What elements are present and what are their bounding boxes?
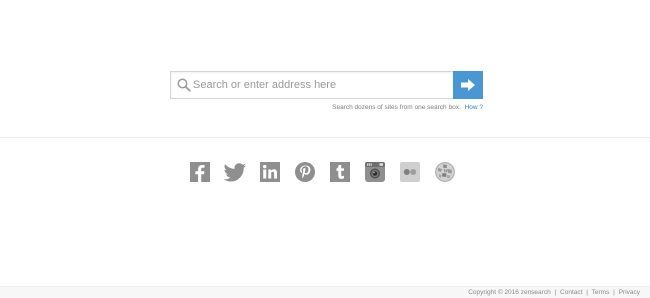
instagram-link[interactable] [363,160,387,184]
twitter-icon [223,163,246,182]
tumblr-icon [330,162,350,182]
linkedin-icon [260,162,280,182]
terms-link[interactable]: Terms [592,289,610,296]
contact-link[interactable]: Contact [560,289,582,296]
flickr-link[interactable] [398,160,422,184]
search-hint-text: Search dozens of sites from one search b… [332,104,461,111]
footer-separator: | [613,289,615,296]
footer-links: Copyright © 2016 zensearch | Contact | T… [468,289,640,296]
twitter-link[interactable] [223,160,247,184]
footer: Copyright © 2016 zensearch | Contact | T… [0,286,650,298]
copyright-text: Copyright © 2016 zensearch [468,289,551,296]
svg-text:W: W [444,169,449,174]
facebook-link[interactable] [188,160,212,184]
flickr-icon [400,162,420,182]
search-field[interactable] [170,71,453,99]
wikipedia-link[interactable]: W [433,160,457,184]
footer-separator: | [586,289,588,296]
linkedin-link[interactable] [258,160,282,184]
search-hint: Search dozens of sites from one search b… [332,104,483,111]
how-link[interactable]: How ? [465,104,483,111]
arrow-right-icon [461,79,475,91]
search-icon [177,78,191,92]
tumblr-link[interactable] [328,160,352,184]
pinterest-link[interactable] [293,160,317,184]
search-submit-button[interactable] [453,71,483,99]
social-links: W [188,160,457,184]
footer-separator: | [554,289,557,296]
page: Search dozens of sites from one search b… [0,0,650,298]
search-input[interactable] [193,72,448,98]
search-bar [170,71,483,99]
privacy-link[interactable]: Privacy [619,289,640,296]
facebook-icon [190,162,210,182]
divider [0,137,650,138]
pinterest-icon [295,162,315,182]
wikipedia-icon: W [435,162,455,182]
instagram-icon [365,162,385,182]
